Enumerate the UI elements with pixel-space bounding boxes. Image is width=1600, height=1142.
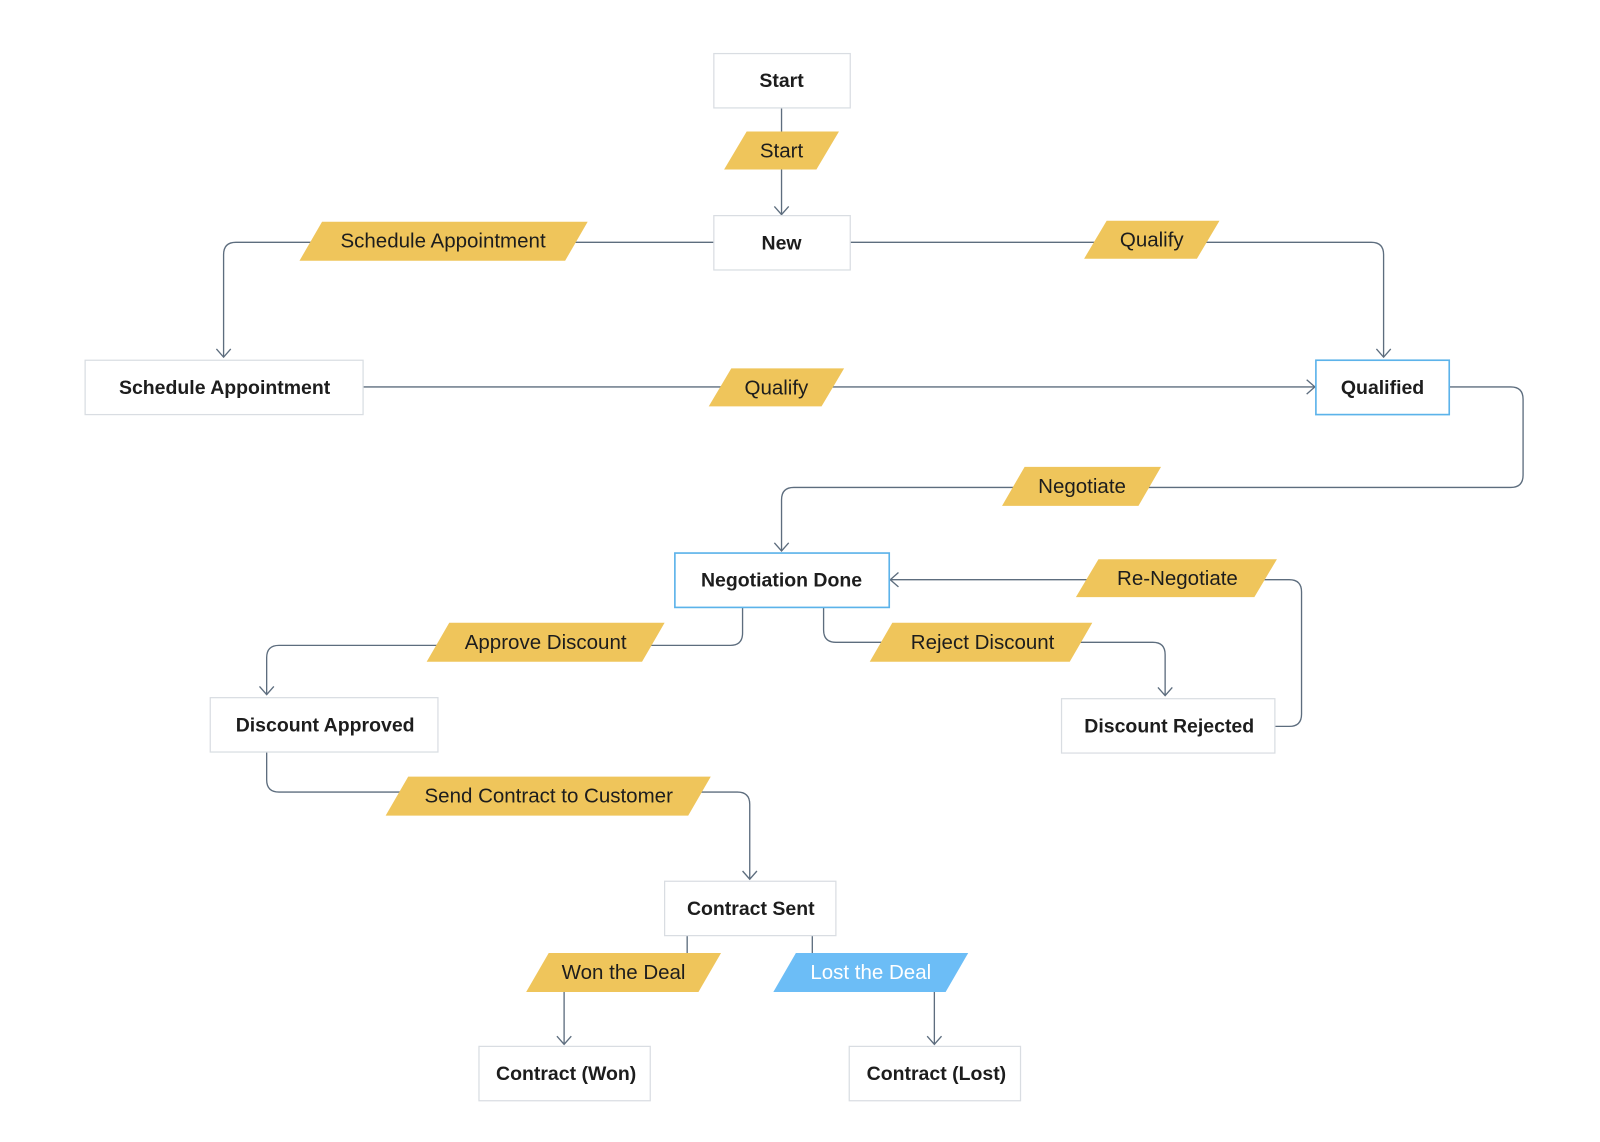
svg-text:Start: Start <box>760 140 804 163</box>
svg-text:Negotiate: Negotiate <box>1038 475 1126 498</box>
state-new[interactable]: New <box>713 215 851 271</box>
transition-qualify-from-appointment[interactable]: Qualify <box>708 368 845 407</box>
state-schedule-appointment[interactable]: Schedule Appointment <box>84 359 364 416</box>
svg-text:Won the Deal: Won the Deal <box>562 961 686 984</box>
transition-re-negotiate[interactable]: Re-Negotiate <box>1075 559 1277 598</box>
svg-text:New: New <box>762 232 803 254</box>
state-discount-rejected[interactable]: Discount Rejected <box>1060 698 1276 754</box>
transition-lost-the-deal[interactable]: Lost the Deal <box>773 953 969 993</box>
svg-text:Discount Rejected: Discount Rejected <box>1084 715 1254 737</box>
svg-text:Schedule Appointment: Schedule Appointment <box>340 230 545 253</box>
state-discount-approved[interactable]: Discount Approved <box>209 697 439 753</box>
svg-text:Start: Start <box>759 70 804 92</box>
svg-text:Approve Discount: Approve Discount <box>465 631 627 654</box>
state-contract-lost[interactable]: Contract (Lost) <box>848 1045 1022 1102</box>
svg-text:Reject Discount: Reject Discount <box>911 631 1055 654</box>
svg-text:Schedule Appointment: Schedule Appointment <box>119 377 331 399</box>
svg-text:Qualify: Qualify <box>1120 229 1185 252</box>
svg-text:Re-Negotiate: Re-Negotiate <box>1117 567 1238 590</box>
transition-approve-discount[interactable]: Approve Discount <box>426 622 665 662</box>
transition-negotiate[interactable]: Negotiate <box>1002 466 1162 506</box>
state-negotiation-done[interactable]: Negotiation Done <box>674 552 891 609</box>
workflow-diagram: Start New Schedule Appointment Qualified… <box>84 52 1524 1102</box>
state-contract-sent[interactable]: Contract Sent <box>663 880 837 937</box>
transition-start[interactable]: Start <box>724 131 839 170</box>
transition-schedule-appointment[interactable]: Schedule Appointment <box>299 221 588 261</box>
transition-send-contract[interactable]: Send Contract to Customer <box>385 776 711 816</box>
svg-text:Contract (Won): Contract (Won) <box>496 1063 636 1085</box>
svg-text:Lost the Deal: Lost the Deal <box>810 961 931 984</box>
transition-qualify-from-new[interactable]: Qualify <box>1084 220 1220 259</box>
edge-new-qualified <box>850 241 1385 358</box>
svg-text:Contract Sent: Contract Sent <box>687 898 815 920</box>
state-qualified[interactable]: Qualified <box>1315 359 1451 416</box>
svg-text:Send Contract to Customer: Send Contract to Customer <box>425 785 674 808</box>
svg-text:Negotiation Done: Negotiation Done <box>701 570 862 592</box>
state-start[interactable]: Start <box>713 52 851 109</box>
transition-won-the-deal[interactable]: Won the Deal <box>526 953 722 993</box>
svg-text:Contract (Lost): Contract (Lost) <box>867 1063 1007 1085</box>
svg-text:Qualified: Qualified <box>1341 377 1424 399</box>
svg-text:Qualify: Qualify <box>745 376 810 399</box>
state-contract-won[interactable]: Contract (Won) <box>478 1045 651 1102</box>
svg-text:Discount Approved: Discount Approved <box>236 714 415 736</box>
transition-reject-discount[interactable]: Reject Discount <box>869 622 1093 662</box>
